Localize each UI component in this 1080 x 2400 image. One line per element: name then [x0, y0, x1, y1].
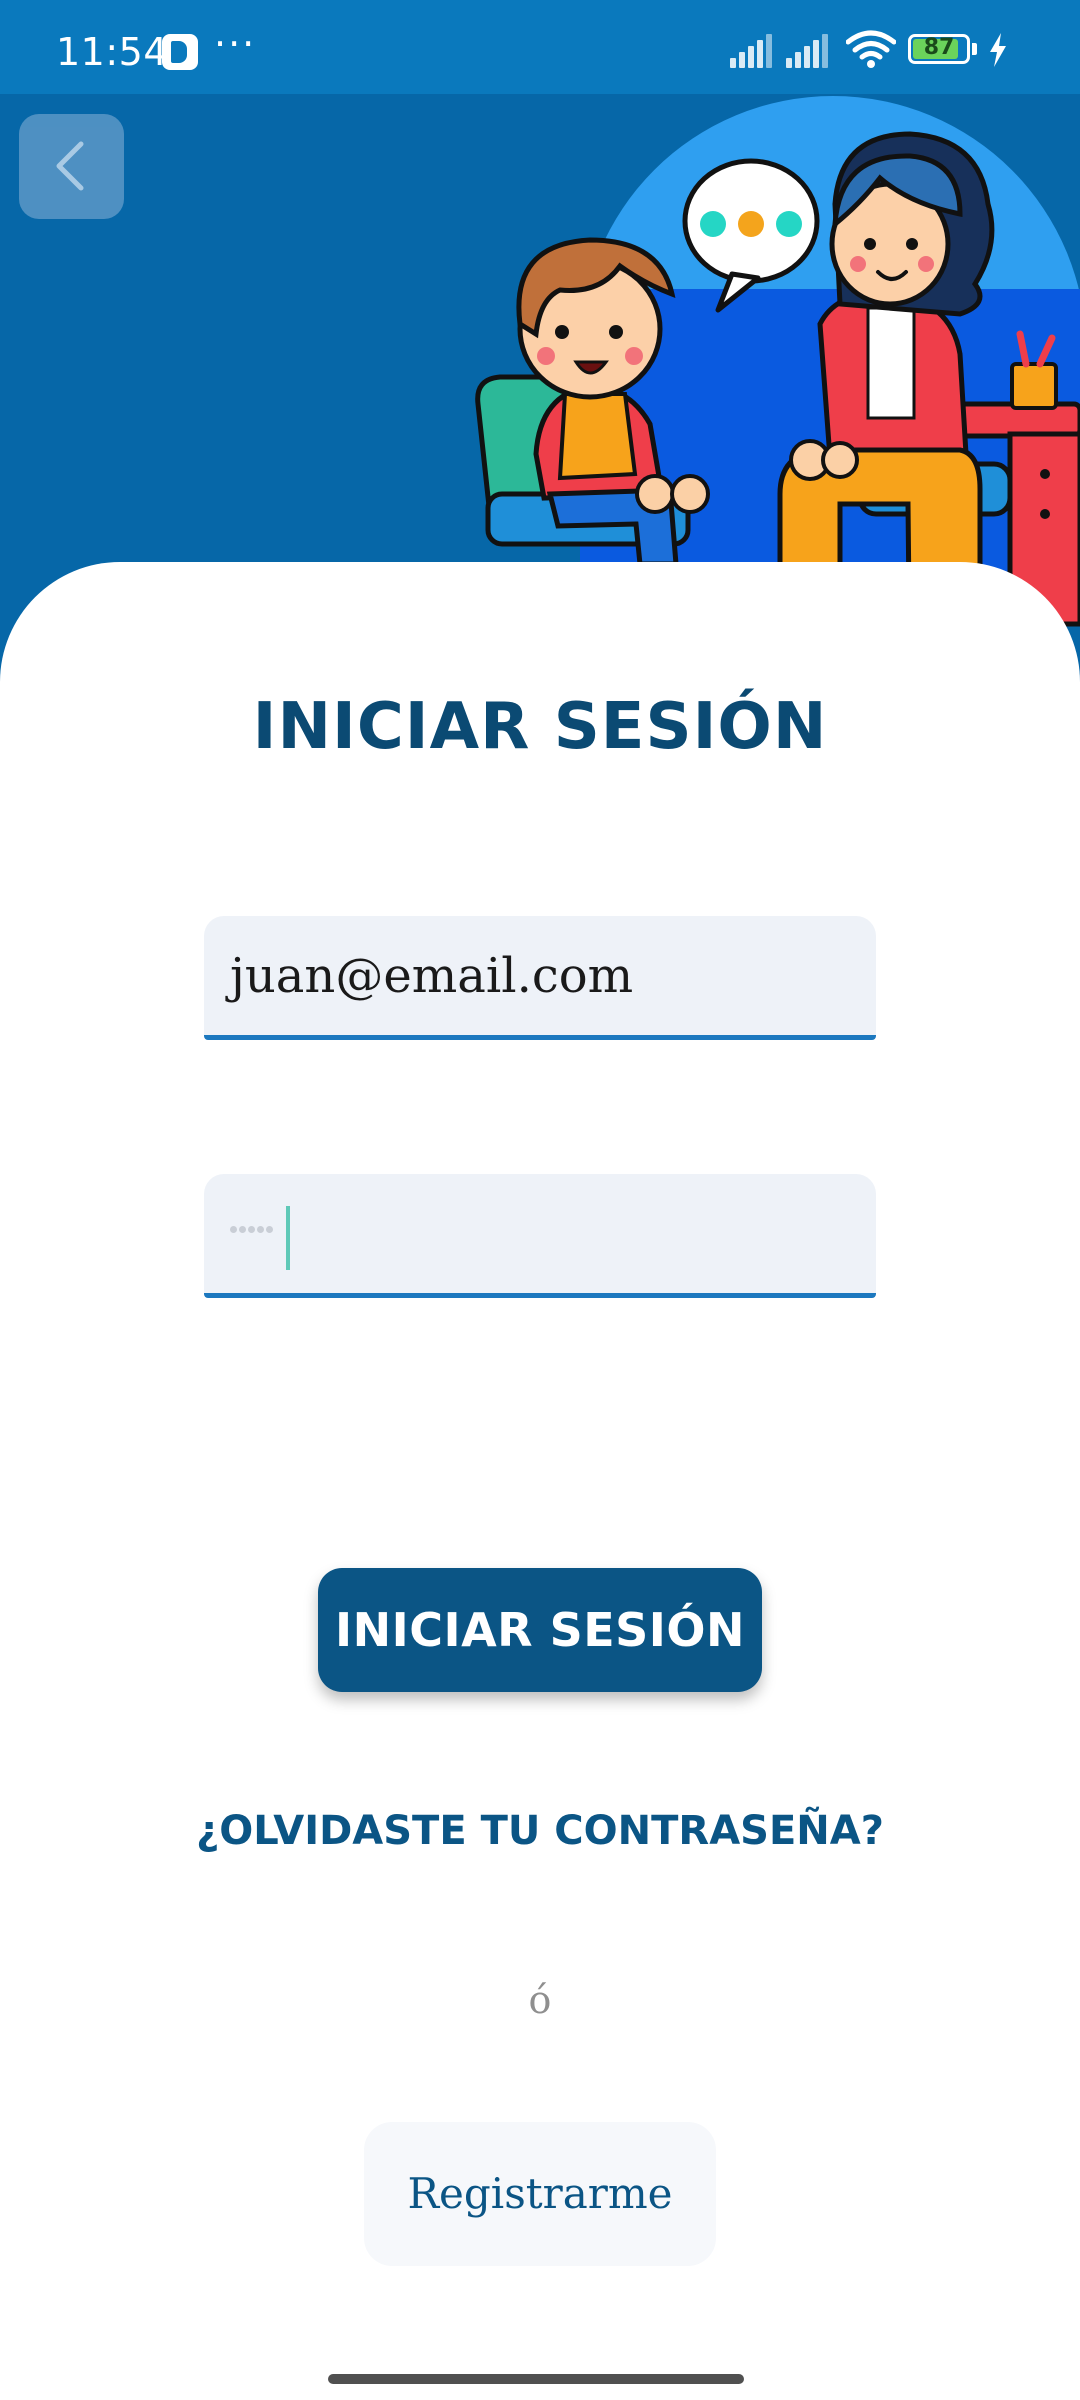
forgot-password-link[interactable]: ¿OLVIDASTE TU CONTRASEÑA?	[0, 1808, 1080, 1854]
status-icons: 87	[730, 30, 1030, 70]
text-cursor	[286, 1206, 290, 1270]
charging-bolt-icon	[990, 33, 1006, 67]
signal-icon	[730, 30, 776, 68]
email-field[interactable]: juan@email.com	[204, 916, 876, 1040]
more-notifications-icon: ···	[214, 22, 257, 66]
wifi-icon	[846, 30, 896, 68]
battery-level: 87	[923, 35, 955, 60]
password-masked-value	[230, 1226, 273, 1233]
login-button[interactable]: INICIAR SESIÓN	[318, 1568, 762, 1692]
chevron-left-icon	[56, 141, 84, 191]
signal-icon	[786, 30, 832, 68]
email-value: juan@email.com	[230, 948, 634, 1004]
battery-icon: 87	[908, 34, 970, 64]
or-separator: ó	[528, 1978, 552, 2022]
b-app-icon	[162, 34, 198, 70]
page-title: INICIAR SESIÓN	[252, 690, 828, 764]
login-card: INICIAR SESIÓN juan@email.com INICIAR SE…	[0, 562, 1080, 2400]
back-button[interactable]	[19, 114, 124, 219]
status-time: 11:54	[56, 30, 169, 74]
home-indicator[interactable]	[328, 2374, 744, 2384]
battery-tip	[972, 43, 977, 55]
password-field[interactable]	[204, 1174, 876, 1298]
register-button[interactable]: Registrarme	[364, 2122, 716, 2266]
status-bar: 11:54 ··· 87	[0, 0, 1080, 94]
